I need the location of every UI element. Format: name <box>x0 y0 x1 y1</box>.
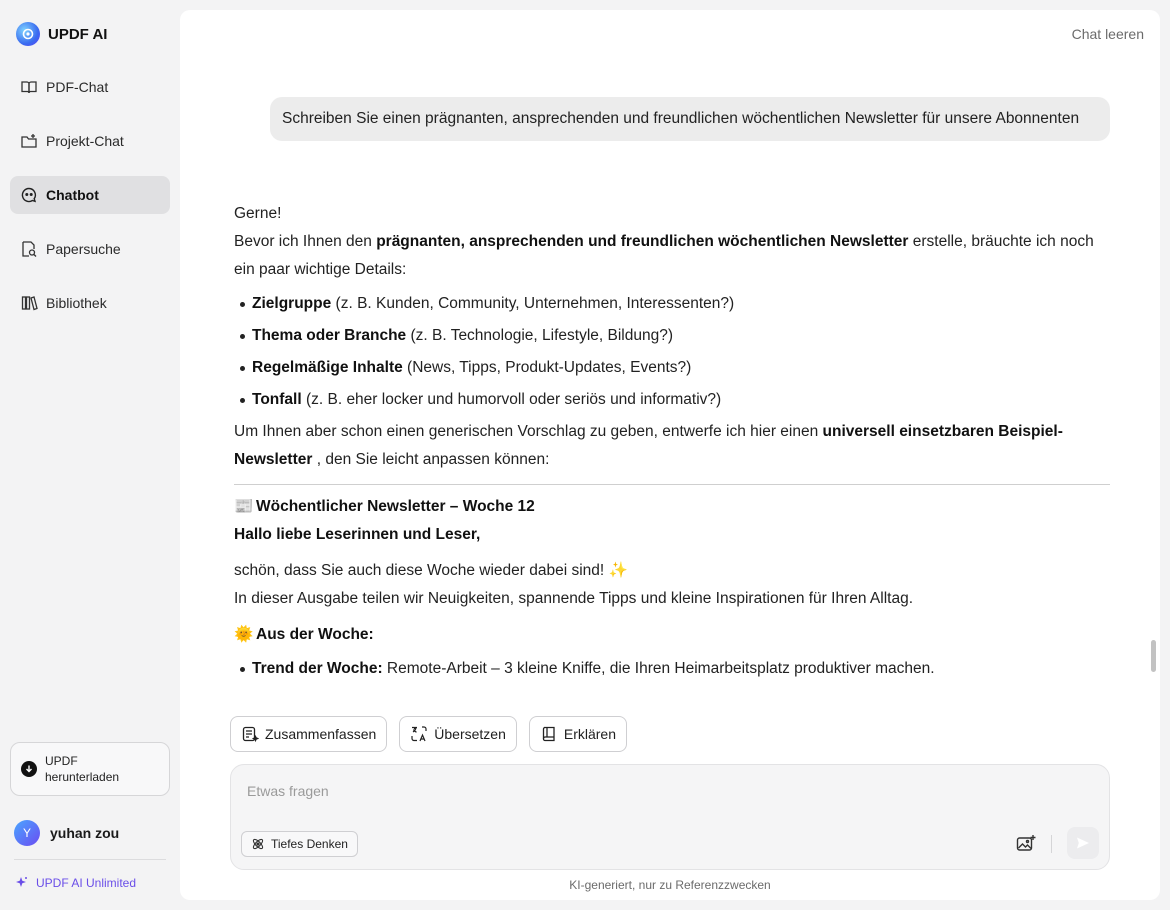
sparkle-icon <box>16 877 27 887</box>
list-item: Zielgruppe (z. B. Kunden, Community, Unt… <box>234 290 1110 318</box>
sidebar-item-projekt-chat[interactable]: Projekt-Chat <box>10 122 170 160</box>
avatar: Y <box>14 820 40 846</box>
download-button[interactable]: UPDF herunterladen <box>10 742 170 796</box>
sidebar-item-papersuche[interactable]: Papersuche <box>10 230 170 268</box>
message-composer: Tiefes Denken <box>230 764 1110 870</box>
send-button[interactable] <box>1067 827 1099 859</box>
download-icon <box>21 761 37 777</box>
sidebar-item-label: PDF-Chat <box>46 79 109 95</box>
sun-icon: 🌞 <box>234 626 254 643</box>
atom-icon <box>252 838 264 850</box>
translate-button[interactable]: Übersetzen <box>399 716 517 752</box>
summarize-button[interactable]: Zusammenfassen <box>230 716 388 752</box>
book-icon <box>542 726 555 742</box>
explain-button[interactable]: Erklären <box>528 716 628 752</box>
message-input[interactable] <box>247 779 1047 803</box>
deep-think-toggle[interactable]: Tiefes Denken <box>241 831 358 857</box>
translate-icon <box>411 726 427 742</box>
clear-chat-button[interactable]: Chat leeren <box>1072 26 1144 42</box>
brand-name: UPDF AI <box>48 25 108 43</box>
answer-greeting: Gerne! <box>234 205 282 222</box>
newspaper-icon: 📰 <box>234 498 254 515</box>
book-open-icon <box>21 81 37 94</box>
newsletter-list: Trend der Woche: Remote-Arbeit – 3 klein… <box>234 655 1110 683</box>
chat-panel: Chat leeren Schreiben Sie einen prägnant… <box>180 10 1160 900</box>
sidebar-item-chatbot[interactable]: Chatbot <box>10 176 170 214</box>
sidebar-divider <box>14 859 166 860</box>
composer-divider <box>1051 835 1052 853</box>
chatbot-icon <box>21 187 37 203</box>
quick-actions: Zusammenfassen Übersetzen Erklären <box>230 716 628 752</box>
library-icon <box>21 296 38 311</box>
user-name: yuhan zou <box>50 825 120 841</box>
newsletter-title: 📰 Wöchentlicher Newsletter – Woche 12 <box>234 493 1110 521</box>
sidebar: UPDF AI PDF-Chat Projekt-Chat Chatbot Pa… <box>0 0 180 910</box>
user-profile[interactable]: Y yuhan zou <box>14 820 119 846</box>
sidebar-item-label: Projekt-Chat <box>46 133 124 149</box>
sidebar-item-label: Chatbot <box>46 187 99 203</box>
sidebar-nav: PDF-Chat Projekt-Chat Chatbot Papersuche… <box>10 68 170 338</box>
brand[interactable]: UPDF AI <box>16 22 107 46</box>
unlimited-label: UPDF AI Unlimited <box>36 876 137 890</box>
summarize-icon <box>242 726 259 743</box>
send-icon <box>1077 837 1089 849</box>
divider <box>234 484 1110 485</box>
newsletter-line-2: In dieser Ausgabe teilen wir Neuigkeiten… <box>234 590 913 607</box>
download-label: UPDF herunterladen <box>45 754 120 784</box>
sidebar-item-bibliothek[interactable]: Bibliothek <box>10 284 170 322</box>
list-item: Thema oder Branche (z. B. Technologie, L… <box>234 322 1110 350</box>
answer-intro: Bevor ich Ihnen den prägnanten, ansprech… <box>234 233 1094 278</box>
sparkles-icon: ✨ <box>608 562 628 579</box>
details-list: Zielgruppe (z. B. Kunden, Community, Unt… <box>234 290 1110 414</box>
list-item: Regelmäßige Inhalte (News, Tipps, Produk… <box>234 354 1110 382</box>
user-message: Schreiben Sie einen prägnanten, ansprech… <box>270 97 1110 141</box>
newsletter-greeting: Hallo liebe Leserinnen und Leser, <box>234 526 481 543</box>
assistant-message: Gerne! Bevor ich Ihnen den prägnanten, a… <box>234 200 1110 687</box>
sidebar-item-pdf-chat[interactable]: PDF-Chat <box>10 68 170 106</box>
unlimited-link[interactable]: UPDF AI Unlimited <box>14 876 136 890</box>
sidebar-item-label: Papersuche <box>46 241 121 257</box>
folder-plus-icon <box>21 134 37 148</box>
updf-logo-icon <box>16 22 40 46</box>
image-upload-button[interactable] <box>1015 833 1037 855</box>
newsletter-line-1: schön, dass Sie auch diese Woche wieder … <box>234 562 628 579</box>
list-item: Tonfall (z. B. eher locker und humorvoll… <box>234 386 1110 414</box>
image-plus-icon <box>1016 835 1036 851</box>
answer-proposal: Um Ihnen aber schon einen generischen Vo… <box>234 423 1063 468</box>
list-item: Trend der Woche: Remote-Arbeit – 3 klein… <box>234 655 1110 683</box>
paper-search-icon <box>22 241 37 257</box>
sidebar-item-label: Bibliothek <box>46 295 107 311</box>
newsletter-section-title: 🌞 Aus der Woche: <box>234 621 1110 649</box>
ai-disclaimer: KI-generiert, nur zu Referenzzwecken <box>569 878 771 892</box>
scrollbar-thumb[interactable] <box>1151 640 1156 672</box>
